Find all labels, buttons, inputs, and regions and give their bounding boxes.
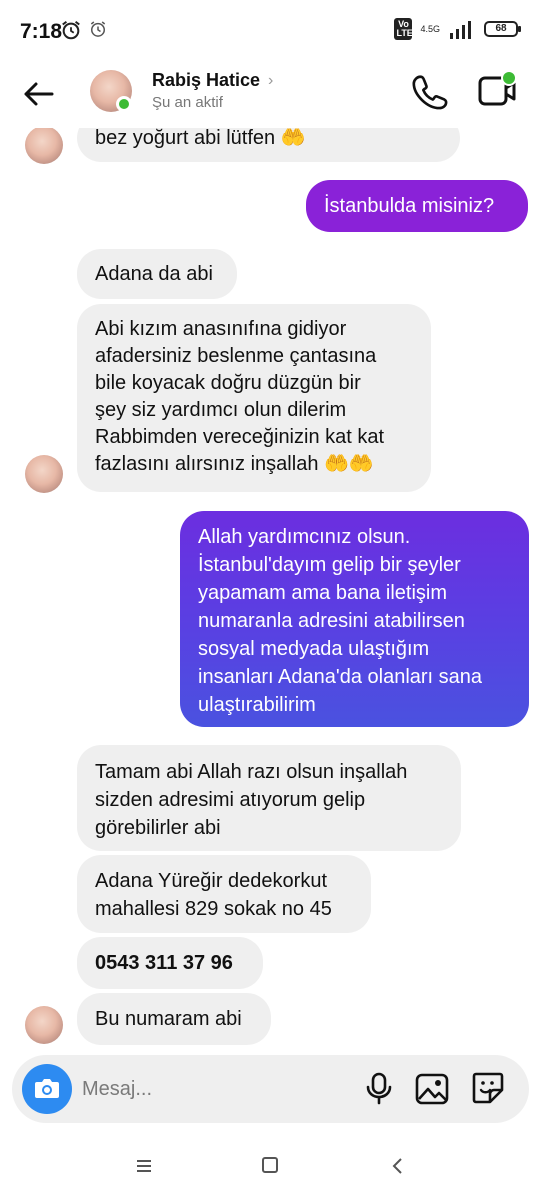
message-bubble-received[interactable]: Adana Yüreğir dedekorkut mahallesi 829 s…	[77, 855, 371, 933]
sender-avatar	[25, 128, 63, 164]
system-nav-bar	[0, 1136, 540, 1200]
message-text: numaranla adresini atabilirsen	[198, 610, 465, 632]
message-bubble-received[interactable]: Abi kızım anasınıfına gidiyor afadersini…	[77, 304, 431, 492]
phone-number-text[interactable]: 0543 311 37 96	[95, 950, 245, 976]
alarm-clock-icon	[90, 21, 106, 37]
message-bubble-received[interactable]: 0543 311 37 96	[77, 937, 263, 989]
status-notification-icons	[60, 19, 108, 41]
sticker-icon[interactable]	[470, 1070, 506, 1106]
message-text: fazlasını alırsınız inşallah 🤲🤲	[95, 453, 374, 475]
camera-icon	[35, 1079, 59, 1098]
status-time: 7:18	[20, 20, 63, 43]
message-text: Adana Yüreğir dedekorkut	[95, 870, 328, 892]
chat-header: Rabiş Hatice › Şu an aktif	[0, 62, 540, 128]
menu-icon[interactable]	[134, 1156, 154, 1176]
message-text: Rabbimden vereceğinizin kat kat	[95, 426, 385, 448]
video-icon[interactable]	[476, 70, 518, 112]
message-composer	[12, 1055, 529, 1123]
message-text: Abi kızım anasınıfına gidiyor	[95, 318, 347, 340]
message-bubble-sent[interactable]: İstanbulda misiniz?	[306, 180, 528, 232]
message-text: Bu numaram abi	[95, 1008, 242, 1030]
message-text: bez yoğurt abi lütfen 🤲	[95, 128, 306, 149]
network-type: 4.5G	[420, 23, 440, 34]
message-text: Tamam abi Allah razı olsun inşallah	[95, 761, 408, 783]
contact-name: Rabiş Hatice	[152, 70, 261, 90]
gallery-icon[interactable]	[414, 1071, 450, 1107]
message-input[interactable]	[82, 1055, 342, 1123]
message-text: mahallesi 829 sokak no 45	[95, 898, 332, 920]
volte-badge: Vo LTE	[394, 18, 413, 40]
signal-icon	[450, 21, 471, 39]
nav-back-icon[interactable]	[388, 1156, 408, 1176]
microphone-icon[interactable]	[362, 1071, 396, 1105]
phone-icon[interactable]	[410, 72, 450, 112]
message-text: afadersiniz beslenme çantasına	[95, 345, 377, 367]
message-text: Allah yardımcınız olsun.	[198, 526, 411, 548]
online-indicator	[116, 96, 132, 112]
back-arrow-icon[interactable]	[18, 74, 58, 114]
message-text: görebilirler abi	[95, 817, 221, 839]
status-bar: 7:18 Vo LTE 4.5G 68	[0, 0, 540, 62]
message-bubble-received[interactable]: Tamam abi Allah razı olsun inşallah sizd…	[77, 745, 461, 851]
contact-name-row[interactable]: Rabiş Hatice ›	[152, 70, 273, 91]
message-text: ulaştırabilirim	[198, 694, 316, 716]
chevron-right-icon: ›	[268, 71, 274, 89]
message-text: şey siz yardımcı olun dilerim	[95, 399, 347, 421]
message-text: bile koyacak doğru düzgün bir	[95, 372, 361, 394]
message-bubble-received[interactable]: bez yoğurt abi lütfen 🤲	[77, 128, 460, 162]
message-text: sosyal medyada ulaştığım	[198, 638, 430, 660]
message-text: insanları Adana'da olanları sana	[198, 666, 483, 688]
message-bubble-received[interactable]: Bu numaram abi	[77, 993, 271, 1045]
message-list[interactable]: bez yoğurt abi lütfen 🤲 İstanbulda misin…	[0, 128, 540, 1054]
camera-button[interactable]	[22, 1064, 72, 1114]
battery-icon: 68	[484, 21, 521, 37]
sender-avatar	[25, 455, 63, 493]
message-text: İstanbulda misiniz?	[324, 195, 495, 217]
home-icon[interactable]	[262, 1157, 278, 1173]
alarm-clock-icon	[62, 20, 80, 40]
message-bubble-sent[interactable]: Allah yardımcınız olsun. İstanbul'dayım …	[180, 511, 529, 727]
message-text: sizden adresimi atıyorum gelip	[95, 789, 366, 811]
message-text: İstanbul'dayım gelip bir şeyler	[198, 554, 461, 576]
status-indicators: Vo LTE 4.5G 68	[394, 18, 521, 40]
contact-status: Şu an aktif	[152, 94, 223, 111]
message-text: yapamam ama bana iletişim	[198, 582, 447, 604]
message-text: Adana da abi	[95, 263, 213, 285]
message-bubble-received[interactable]: Adana da abi	[77, 249, 237, 299]
sender-avatar	[25, 1006, 63, 1044]
